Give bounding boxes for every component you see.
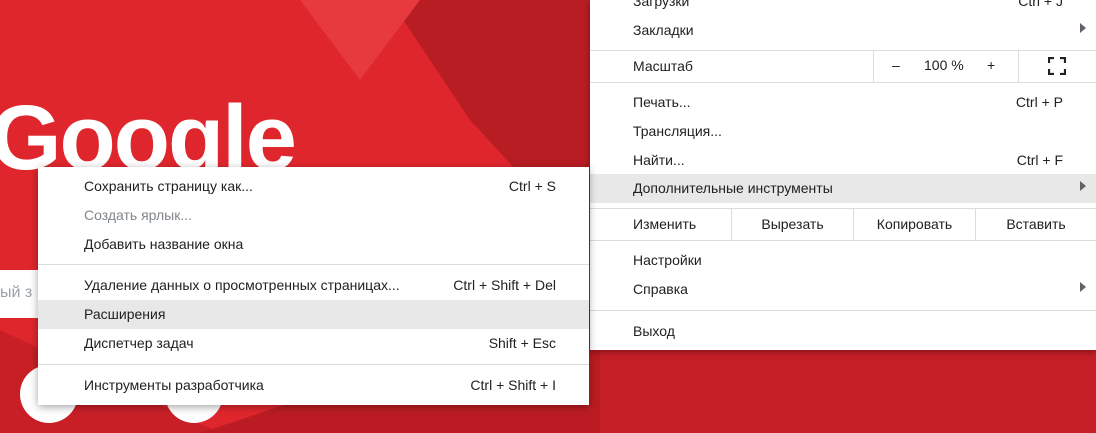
menu-separator	[38, 264, 589, 265]
menu-item-shortcut: Ctrl + S	[508, 178, 556, 194]
menu-item-shortcut: Ctrl + P	[1015, 94, 1063, 110]
menu-item-label: Закладки	[633, 22, 694, 38]
menu-item-label: Расширения	[84, 306, 166, 322]
menu-item-label: Создать ярлык...	[84, 207, 193, 223]
menu-item-shortcut: Ctrl + Shift + Del	[453, 277, 556, 293]
menu-item-downloads[interactable]: Загрузки Ctrl + J	[590, 0, 1096, 16]
menu-item-label: Загрузки	[633, 0, 690, 9]
menu-item-label: Диспетчер задач	[84, 335, 194, 351]
zoom-divider	[1018, 51, 1019, 82]
menu-item-bookmarks[interactable]: Закладки	[590, 16, 1096, 45]
menu-item-more-tools[interactable]: Дополнительные инструменты	[590, 174, 1096, 203]
menu-item-label: Настройки	[633, 252, 702, 268]
submenu-item-clear-data[interactable]: Удаление данных о просмотренных страница…	[38, 271, 589, 300]
zoom-out-button[interactable]: –	[892, 57, 900, 73]
menu-item-label: Добавить название окна	[84, 236, 244, 252]
zoom-in-button[interactable]: +	[987, 57, 995, 73]
menu-item-shortcut: Ctrl + J	[1018, 0, 1063, 9]
submenu-item-dev-tools[interactable]: Инструменты разработчика Ctrl + Shift + …	[38, 371, 589, 400]
submenu-item-task-manager[interactable]: Диспетчер задач Shift + Esc	[38, 329, 589, 358]
cut-button[interactable]: Вырезать	[732, 216, 853, 232]
fullscreen-icon[interactable]	[1048, 57, 1066, 75]
submenu-item-name-window[interactable]: Добавить название окна	[38, 230, 589, 259]
chevron-right-icon	[1080, 181, 1086, 191]
menu-item-settings[interactable]: Настройки	[590, 246, 1096, 275]
menu-item-find[interactable]: Найти... Ctrl + F	[590, 146, 1096, 175]
menu-separator	[38, 364, 589, 365]
menu-item-exit[interactable]: Выход	[590, 317, 1096, 346]
more-tools-submenu: Сохранить страницу как... Ctrl + S Созда…	[38, 167, 589, 405]
menu-separator	[590, 240, 1096, 241]
menu-item-label: Удаление данных о просмотренных страница…	[84, 277, 400, 293]
zoom-level: 100 %	[924, 57, 964, 73]
menu-item-shortcut: Shift + Esc	[488, 335, 556, 351]
menu-separator	[590, 208, 1096, 209]
menu-separator	[590, 310, 1096, 311]
menu-item-shortcut: Ctrl + F	[1016, 152, 1063, 168]
menu-item-zoom: Масштаб	[590, 52, 1096, 81]
menu-separator	[590, 82, 1096, 83]
menu-item-shortcut: Ctrl + Shift + I	[470, 377, 556, 393]
menu-item-label: Печать...	[633, 94, 691, 110]
menu-item-label: Найти...	[633, 152, 685, 168]
menu-item-label: Инструменты разработчика	[84, 377, 264, 393]
submenu-item-extensions[interactable]: Расширения	[38, 300, 589, 329]
menu-item-label: Справка	[633, 281, 688, 297]
submenu-item-save-page[interactable]: Сохранить страницу как... Ctrl + S	[38, 172, 589, 201]
menu-item-label: Изменить	[633, 216, 697, 232]
chrome-main-menu: Загрузки Ctrl + J Закладки Масштаб – 100…	[590, 0, 1096, 350]
zoom-divider	[873, 51, 874, 82]
menu-item-print[interactable]: Печать... Ctrl + P	[590, 88, 1096, 117]
menu-item-label: Трансляция...	[633, 123, 722, 139]
menu-item-label: Дополнительные инструменты	[633, 180, 833, 196]
menu-item-cast[interactable]: Трансляция...	[590, 117, 1096, 146]
chevron-right-icon	[1080, 23, 1086, 33]
menu-item-label: Выход	[633, 323, 675, 339]
chevron-right-icon	[1080, 282, 1086, 292]
menu-separator	[590, 50, 1096, 51]
menu-item-label: Сохранить страницу как...	[84, 178, 253, 194]
menu-item-help[interactable]: Справка	[590, 275, 1096, 304]
menu-item-label: Масштаб	[633, 58, 693, 74]
submenu-item-create-shortcut: Создать ярлык...	[38, 201, 589, 230]
copy-button[interactable]: Копировать	[854, 216, 975, 232]
paste-button[interactable]: Вставить	[976, 216, 1096, 232]
search-placeholder: ый з	[0, 284, 33, 301]
